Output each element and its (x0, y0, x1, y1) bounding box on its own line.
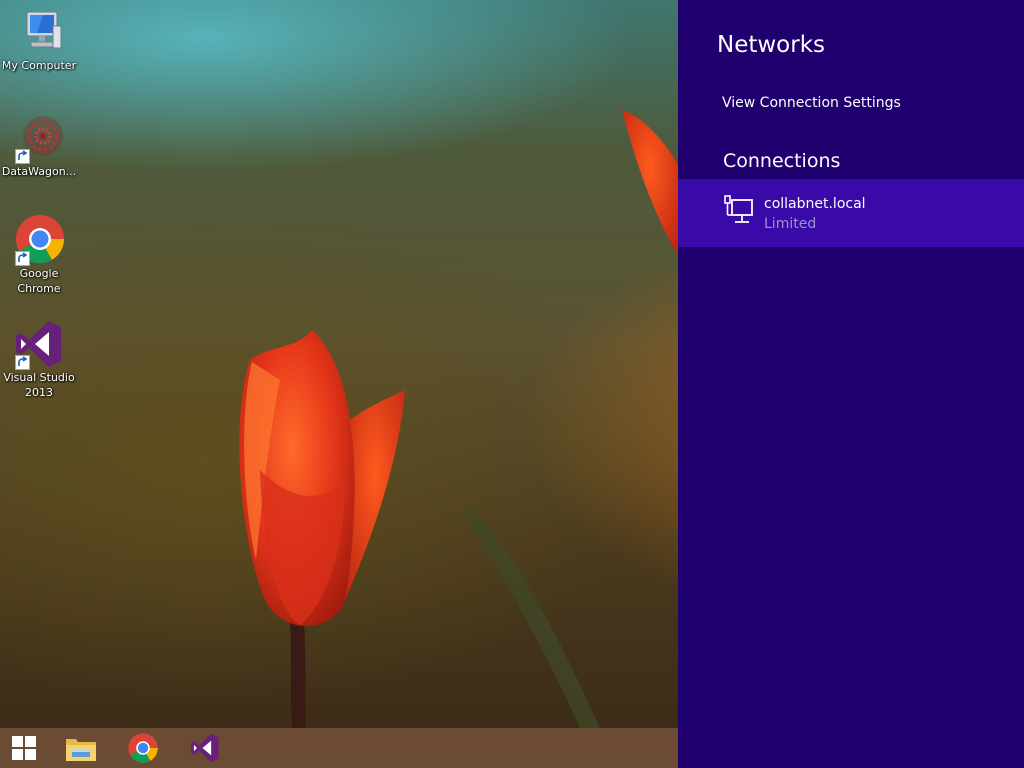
desktop-icon-label: Google Chrome (17, 267, 61, 295)
taskbar-file-explorer[interactable] (58, 728, 104, 768)
networks-panel: Networks View Connection Settings Connec… (678, 0, 1024, 768)
connections-header: Connections (723, 150, 841, 172)
shortcut-arrow-icon (15, 355, 30, 370)
wallpaper-tulip (239, 110, 678, 728)
desktop-icon-label: Visual Studio 2013 (3, 371, 75, 399)
start-button[interactable] (1, 728, 47, 768)
desktop-icon-google-chrome[interactable]: Google Chrome (0, 214, 78, 296)
computer-icon (13, 8, 65, 58)
desktop-icon-datawagon[interactable]: DataWagon... (0, 112, 78, 179)
shortcut-arrow-icon (15, 251, 30, 266)
desktop-icon-label: My Computer (1, 59, 77, 72)
windows-start-icon (12, 736, 36, 760)
shortcut-arrow-icon (15, 149, 30, 164)
chrome-icon (128, 733, 158, 763)
file-explorer-icon (66, 739, 96, 761)
panel-title: Networks (717, 32, 826, 58)
desktop: My Computer DataWagon... Google Chrome V… (0, 0, 1024, 768)
view-connection-settings-link[interactable]: View Connection Settings (722, 95, 901, 111)
taskbar-visual-studio[interactable] (182, 728, 228, 768)
connection-status: Limited (764, 216, 817, 232)
wired-network-icon (724, 195, 753, 223)
connection-name: collabnet.local (764, 196, 866, 212)
taskbar-chrome[interactable] (120, 728, 166, 768)
desktop-icon-visual-studio[interactable]: Visual Studio 2013 (0, 318, 78, 400)
visual-studio-icon (13, 318, 65, 370)
visual-studio-icon (190, 733, 219, 763)
desktop-icon-my-computer[interactable]: My Computer (0, 8, 78, 73)
chrome-icon (13, 214, 65, 266)
datawagon-icon (13, 112, 65, 164)
taskbar (0, 728, 678, 768)
desktop-icon-label: DataWagon... (1, 165, 77, 178)
connection-item-collabnet[interactable]: collabnet.local Limited (678, 179, 1024, 247)
